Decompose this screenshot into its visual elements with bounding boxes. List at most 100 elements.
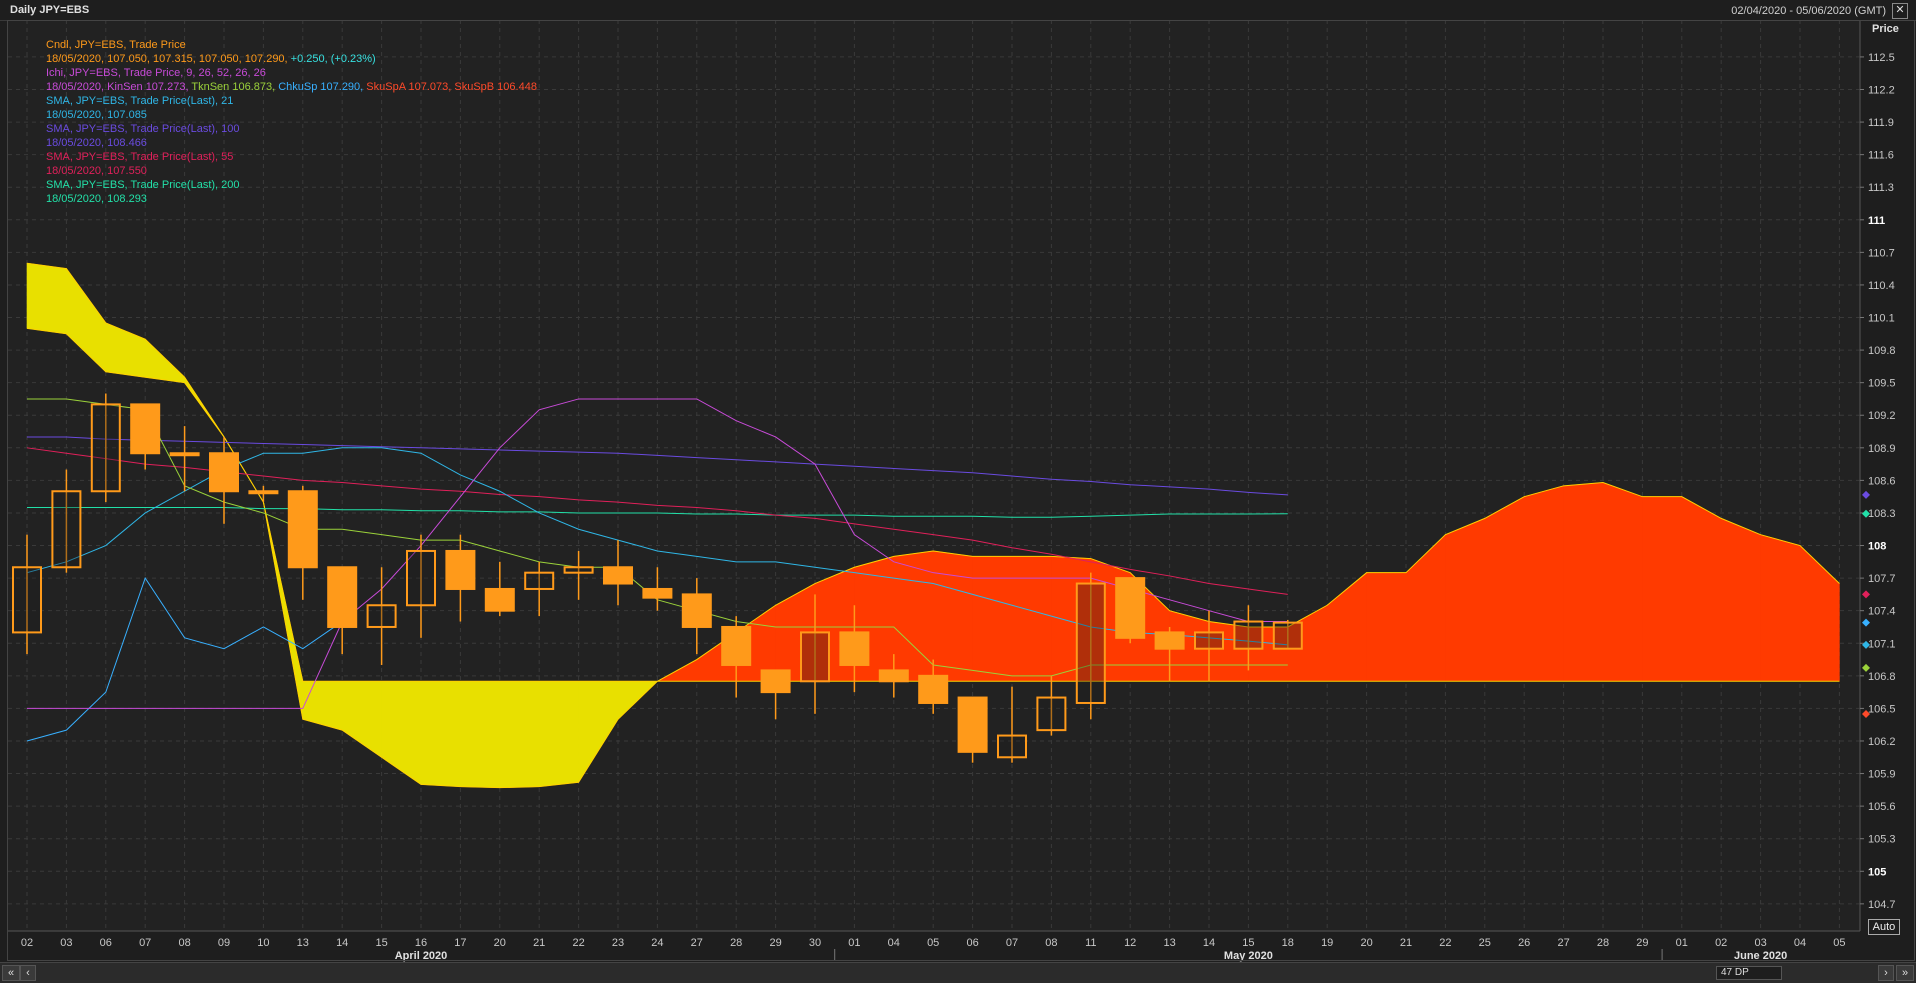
cloud-bull-segment	[1642, 496, 1683, 682]
y-tick-label: 108	[1868, 541, 1886, 553]
x-tick-label: 05	[927, 937, 939, 949]
y-tick-label: 105.6	[1868, 801, 1896, 813]
legend-text: SkuSpB 106.448	[454, 81, 537, 93]
candle-body	[839, 631, 870, 666]
x-tick-label: 27	[691, 937, 703, 949]
close-icon[interactable]: ✕	[1892, 3, 1908, 19]
x-tick-label: 29	[769, 937, 781, 949]
x-tick-label: 25	[1479, 937, 1491, 949]
scroll-end-icon[interactable]: »	[1896, 965, 1914, 981]
last-value-marker	[1862, 490, 1870, 499]
candle-body	[287, 490, 318, 569]
y-tick-label: 111.9	[1868, 117, 1894, 129]
cloud-bear-segment	[420, 680, 461, 787]
legend-line: SMA, JPY=EBS, Trade Price(Last), 200	[46, 179, 240, 191]
x-tick-label: 05	[1833, 937, 1845, 949]
y-axis-title: Price	[1872, 23, 1899, 35]
x-tick-label: 13	[297, 937, 309, 949]
candle-body	[51, 490, 82, 569]
last-value-marker	[1862, 590, 1870, 599]
legend-line: Ichi, JPY=EBS, Trade Price, 9, 26, 52, 2…	[46, 67, 266, 79]
y-tick-label: 107.4	[1868, 606, 1896, 618]
x-tick-label: 16	[415, 937, 427, 949]
scroll-start-icon[interactable]: «	[2, 965, 20, 981]
cloud-bear-segment	[538, 680, 579, 787]
x-tick-label: 01	[848, 937, 860, 949]
candle-body	[90, 403, 121, 493]
y-tick-label: 112.5	[1868, 52, 1895, 64]
x-tick-label: 07	[139, 937, 151, 949]
x-tick-label: 18	[1282, 937, 1294, 949]
candle-body	[563, 566, 594, 574]
scroll-left-icon[interactable]: ‹	[20, 965, 36, 981]
x-tick-label: 22	[572, 937, 584, 949]
time-scrollbar[interactable]: « ‹ 47 DP › »	[0, 962, 1916, 983]
x-tick-label: 21	[1400, 937, 1412, 949]
legend-text: ChkuSp 107.290,	[278, 81, 367, 93]
x-tick-label: 10	[257, 937, 269, 949]
title-bar: Daily JPY=EBS 02/04/2020 - 05/06/2020 (G…	[0, 0, 1916, 21]
y-tick-label: 110.1	[1868, 313, 1895, 325]
x-tick-label: 14	[336, 937, 348, 949]
legend-text: TknSen 106.873,	[191, 81, 279, 93]
y-tick-label: 105.3	[1868, 834, 1896, 846]
cloud-bull-segment	[1445, 517, 1486, 682]
y-tick-label: 108.3	[1868, 508, 1896, 520]
scroll-right-icon[interactable]: ›	[1878, 965, 1894, 981]
chart-title: Daily JPY=EBS	[10, 4, 90, 16]
candle-body	[760, 669, 791, 694]
x-tick-label: 11	[1085, 937, 1096, 949]
y-tick-label: 105.9	[1868, 769, 1896, 781]
legend-text: SkuSpA 107.073,	[366, 81, 455, 93]
candle-body	[12, 566, 42, 634]
cloud-bull-segment	[1681, 496, 1722, 682]
y-tick-label: 104.7	[1868, 899, 1896, 911]
x-tick-label: 21	[533, 937, 545, 949]
candle-body	[524, 571, 555, 590]
cloud-bull-segment	[932, 550, 973, 682]
indicator-legend: Cndl, JPY=EBS, Trade Price 18/05/2020, 10…	[46, 38, 537, 206]
x-tick-label: 13	[1163, 937, 1175, 949]
x-tick-label: 01	[1676, 937, 1688, 949]
x-tick-label: 20	[1360, 937, 1372, 949]
x-tick-label: 15	[375, 937, 387, 949]
x-tick-label: 20	[494, 937, 506, 949]
date-range: 02/04/2020 - 05/06/2020 (GMT)	[1731, 5, 1886, 17]
candle-body	[1194, 631, 1224, 650]
legend-line: 18/05/2020, 108.293	[46, 193, 147, 205]
candle-body	[1272, 621, 1303, 650]
candle-body	[248, 490, 279, 495]
y-tick-label: 110.7	[1868, 247, 1895, 259]
x-tick-label: 08	[1045, 937, 1057, 949]
candle-body	[957, 696, 988, 753]
candle-body	[800, 631, 830, 683]
candle-body	[1154, 631, 1185, 650]
x-tick-label: 02	[21, 937, 33, 949]
cloud-bull-segment	[1366, 572, 1407, 682]
candle-body	[445, 549, 476, 590]
cloud-bear-segment	[499, 680, 540, 788]
cloud-bull-segment	[1563, 482, 1604, 682]
x-tick-label: 26	[1518, 937, 1530, 949]
x-tick-label: 29	[1636, 937, 1648, 949]
candle-body	[918, 674, 949, 704]
cloud-bull-segment	[1602, 482, 1643, 682]
legend-line: 18/05/2020, 107.085	[46, 109, 147, 121]
x-tick-label: 06	[100, 937, 112, 949]
candle-body	[681, 593, 712, 628]
candle-body	[1115, 577, 1146, 639]
y-tick-label: 110.4	[1868, 280, 1895, 292]
x-tick-label: 24	[651, 937, 663, 949]
x-tick-label: 19	[1321, 937, 1333, 949]
candle-body	[1075, 582, 1106, 704]
y-tick-label: 111.3	[1868, 182, 1894, 194]
x-tick-label: 04	[1794, 937, 1806, 949]
legend-line: SMA, JPY=EBS, Trade Price(Last), 21	[46, 95, 234, 107]
legend-line: 18/05/2020, KinSen 107.273, TknSen 106.8…	[46, 80, 537, 94]
auto-scale-button[interactable]: Auto	[1868, 919, 1900, 935]
cloud-bull-segment	[1011, 556, 1052, 682]
x-tick-label: 02	[1715, 937, 1727, 949]
cloud-bull-segment	[1523, 485, 1564, 682]
candle-body	[642, 587, 673, 599]
x-tick-label: 06	[966, 937, 978, 949]
